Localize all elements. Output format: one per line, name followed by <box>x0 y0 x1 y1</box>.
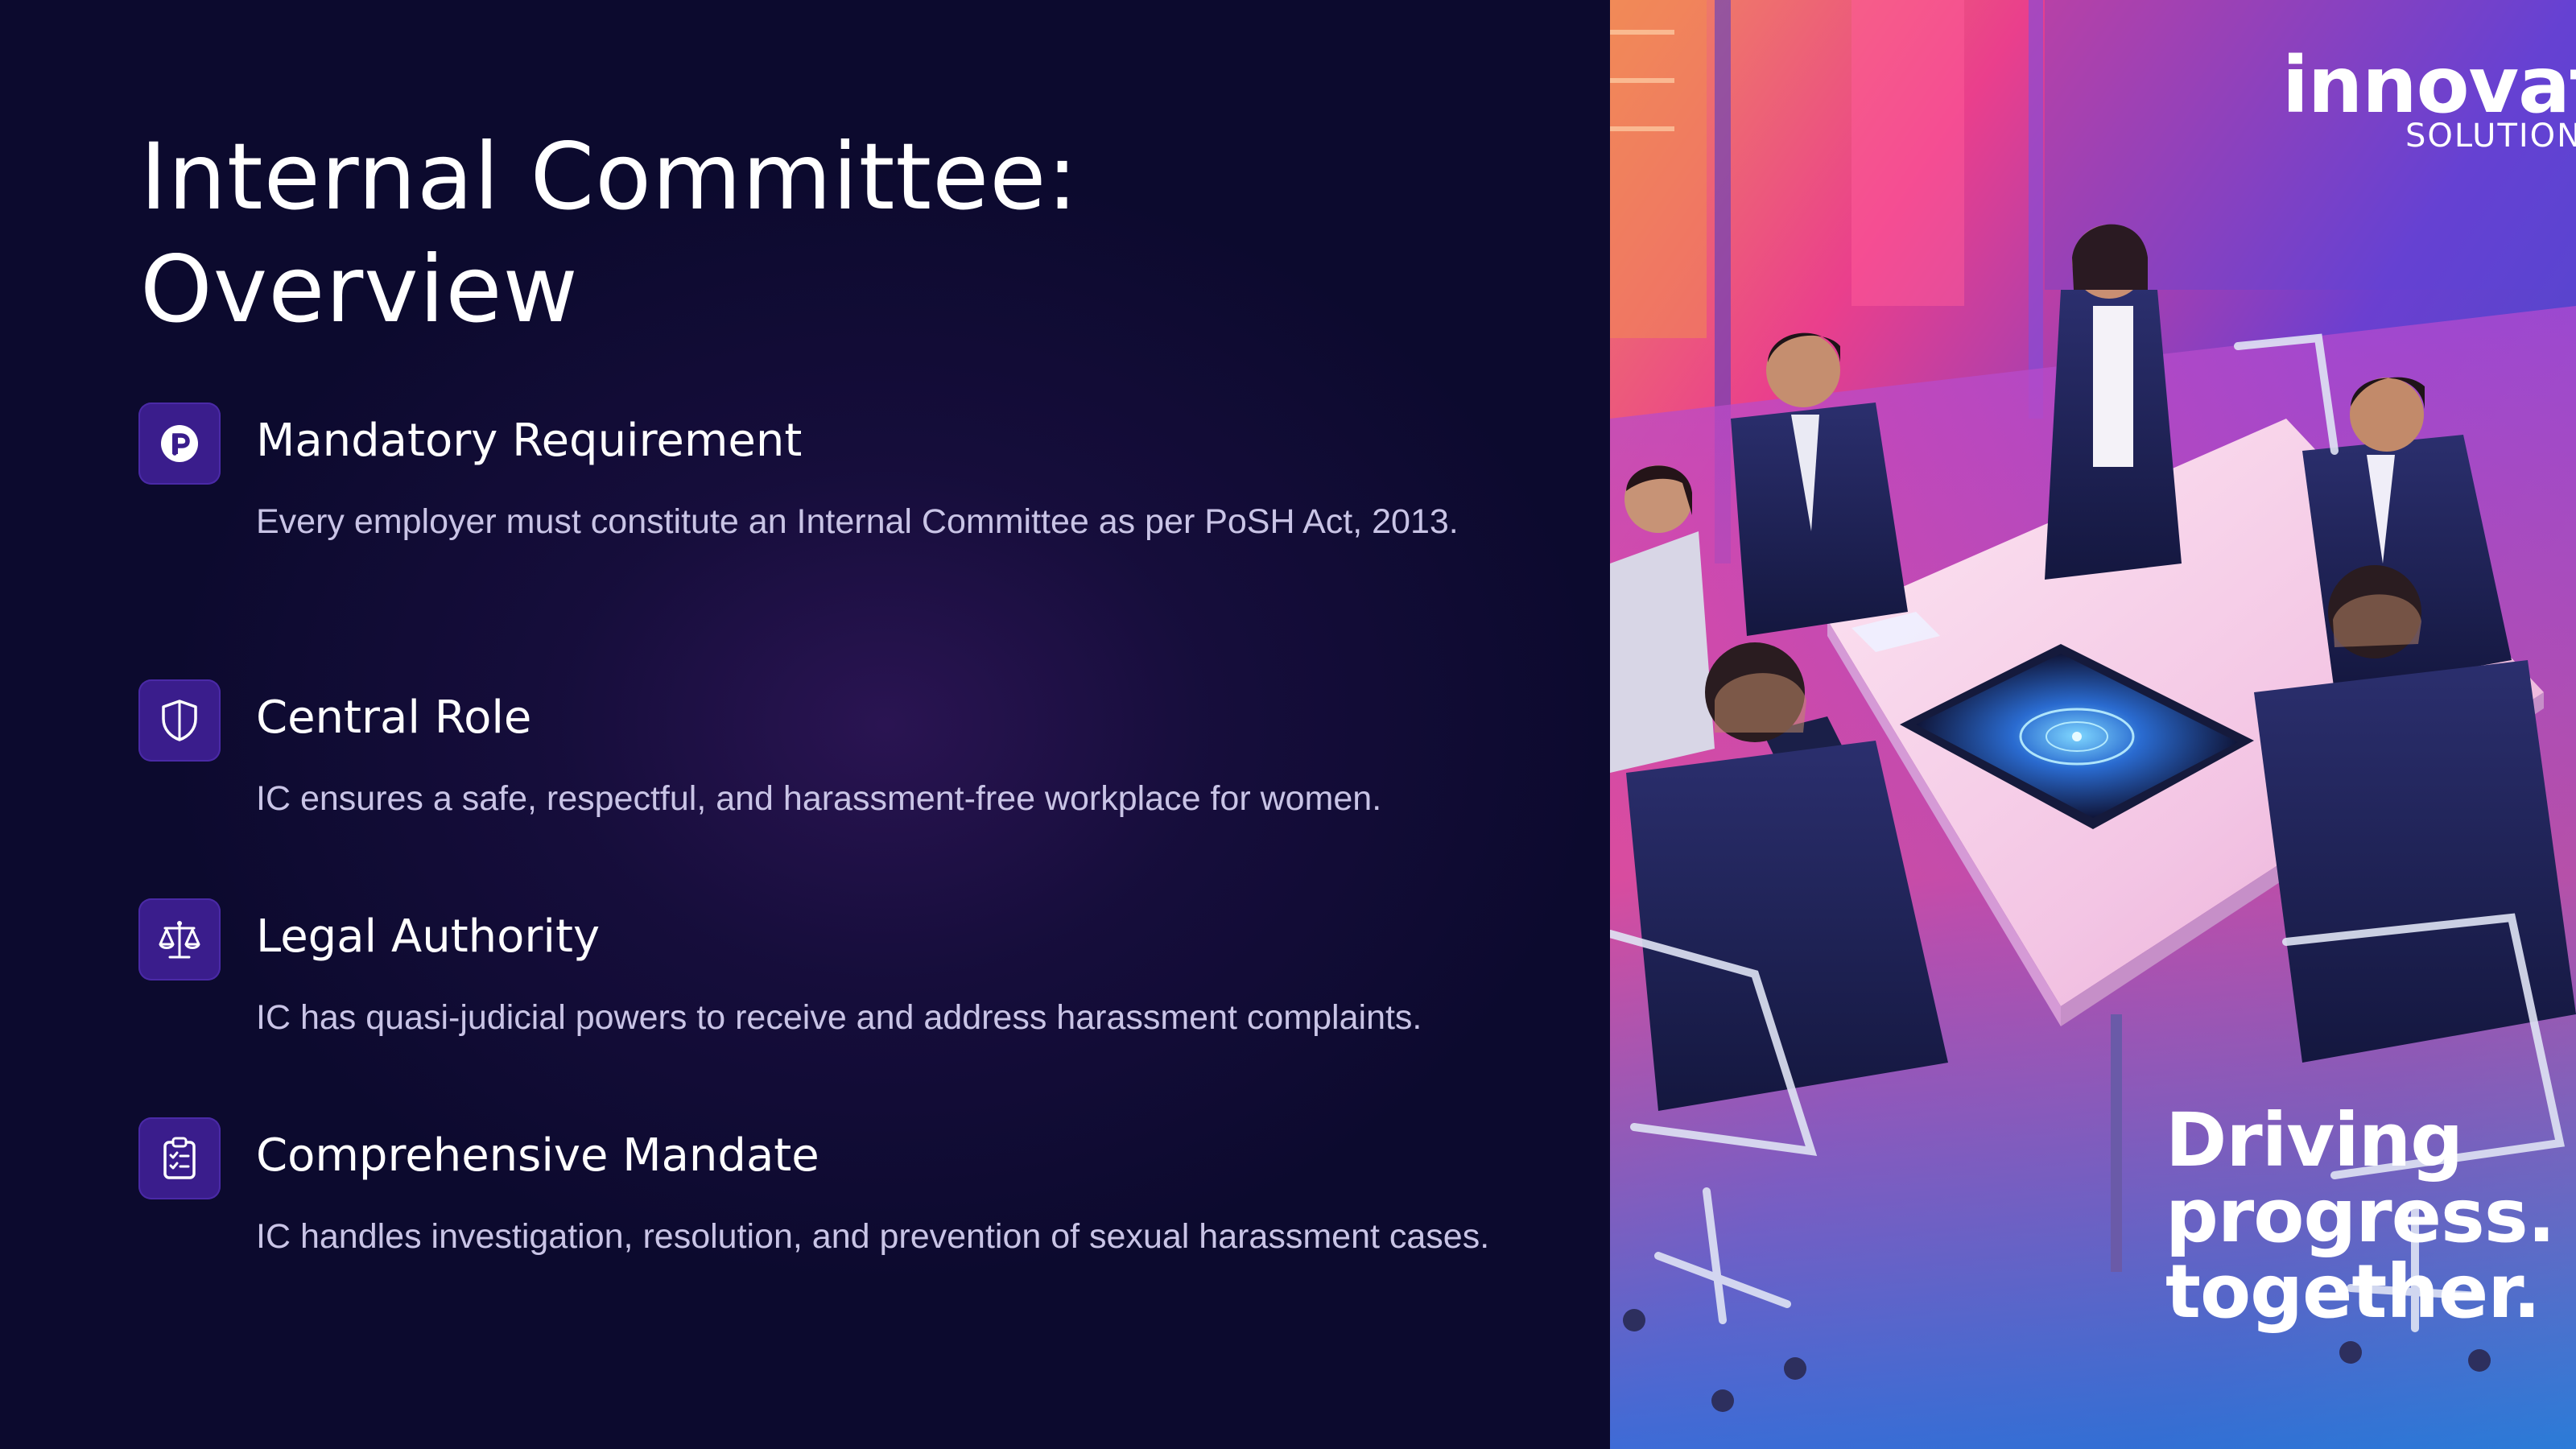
item-description: IC ensures a safe, respectful, and haras… <box>256 779 1382 818</box>
hero-image: innovate SOLUTIONS Driving progress. tog… <box>1610 0 2576 1449</box>
item-title: Legal Authority <box>256 910 601 963</box>
page-title-line1: Internal Committee: <box>140 123 1079 230</box>
item-title: Comprehensive Mandate <box>256 1129 819 1182</box>
r-circle-icon <box>138 402 221 485</box>
item-title: Mandatory Requirement <box>256 415 803 467</box>
tagline: Driving progress. together. <box>2165 1103 2576 1330</box>
tagline-line3: together. <box>2165 1249 2541 1335</box>
item-description: IC handles investigation, resolution, an… <box>256 1217 1490 1256</box>
brand-name: innovate <box>2282 40 2576 130</box>
brand-sub: SOLUTIONS <box>2405 118 2576 155</box>
item-description: IC has quasi-judicial powers to receive … <box>256 998 1422 1037</box>
page-title-line2: Overview <box>140 236 579 343</box>
scales-icon <box>138 898 221 980</box>
item-description: Every employer must constitute an Intern… <box>256 502 1459 541</box>
shield-icon <box>138 679 221 762</box>
tagline-line2: progress. <box>2165 1173 2556 1259</box>
clipboard-checklist-icon <box>138 1117 221 1199</box>
item-title: Central Role <box>256 691 532 744</box>
page-title: Internal Committee: Overview <box>140 121 1428 346</box>
tagline-line1: Driving <box>2165 1097 2463 1183</box>
brand-logo: innovate SOLUTIONS <box>2282 40 2576 155</box>
content-panel: Internal Committee: Overview Mandatory R… <box>0 0 1610 1449</box>
slide: Internal Committee: Overview Mandatory R… <box>0 0 2576 1449</box>
